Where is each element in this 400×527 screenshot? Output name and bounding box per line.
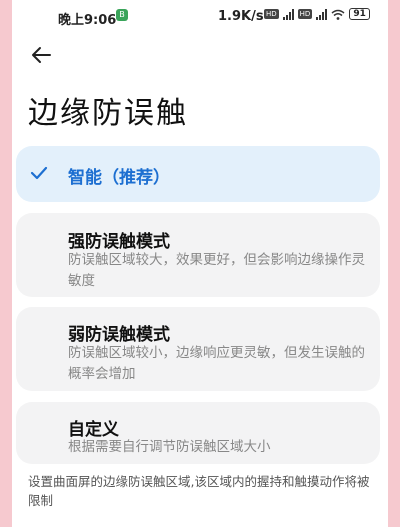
page-title: 边缘防误触 xyxy=(28,96,188,131)
hd-badge-2: HD xyxy=(297,9,313,19)
option-title: 智能（推荐） xyxy=(68,168,170,188)
footer-note: 设置曲面屏的边缘防误触区域,该区域内的握持和触摸动作将被限制 xyxy=(28,474,370,508)
option-title: 弱防误触模式 xyxy=(68,325,170,345)
hd-badge: HD xyxy=(264,9,279,19)
check-icon xyxy=(30,166,48,180)
back-arrow-icon[interactable] xyxy=(30,44,52,66)
status-time: 晚上9:06 xyxy=(58,13,117,28)
option-desc: 防误触区域较大，效果更好，但会影响边缘操作灵敏度 xyxy=(68,252,365,289)
option-custom[interactable]: 自定义 根据需要自行调节防误触区域大小 xyxy=(16,402,380,464)
signal-icon xyxy=(282,8,294,20)
sim-badge: B xyxy=(116,9,128,21)
signal-icon-2 xyxy=(316,8,328,20)
option-title: 强防误触模式 xyxy=(68,232,170,252)
network-speed: 1.9K/s xyxy=(218,9,264,24)
option-weak[interactable]: 弱防误触模式 防误触区域较小，边缘响应更灵敏，但发生误触的概率会增加 xyxy=(16,307,380,391)
option-desc: 根据需要自行调节防误触区域大小 xyxy=(68,439,271,455)
option-strong[interactable]: 强防误触模式 防误触区域较大，效果更好，但会影响边缘操作灵敏度 xyxy=(16,213,380,297)
wifi-icon xyxy=(331,9,345,20)
status-bar: 晚上9:06 B 1.9K/s HD HD 91 xyxy=(12,0,388,30)
phone-screen: 晚上9:06 B 1.9K/s HD HD 91 边缘防误触 智能（推荐） 强防… xyxy=(12,0,388,527)
option-smart[interactable]: 智能（推荐） xyxy=(16,146,380,202)
status-icons: HD HD 91 xyxy=(264,8,370,20)
option-desc: 防误触区域较小，边缘响应更灵敏，但发生误触的概率会增加 xyxy=(68,345,365,382)
battery-icon: 91 xyxy=(349,8,370,20)
